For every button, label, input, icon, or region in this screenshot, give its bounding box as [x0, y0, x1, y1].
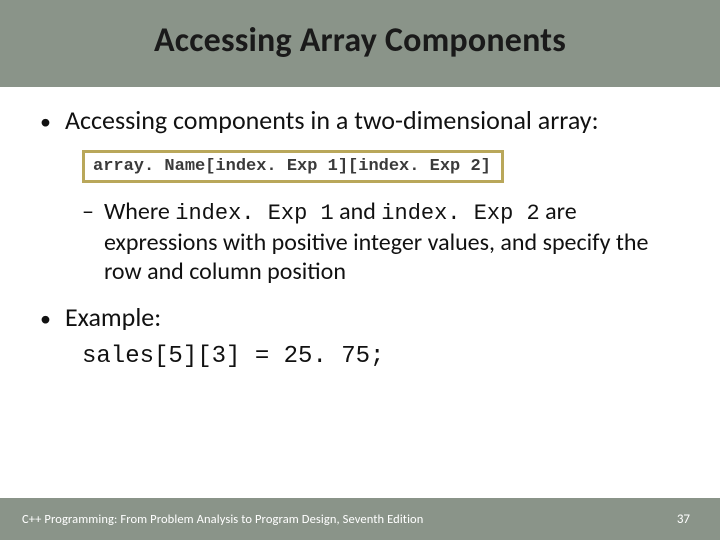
bullet-dot-icon: • — [40, 109, 51, 136]
footer-text: C++ Programming: From Problem Analysis t… — [22, 512, 423, 527]
sub-code1: index. Exp 1 — [175, 201, 333, 226]
example-code: sales[5][3] = 25. 75; — [82, 343, 680, 370]
bullet-sub-text: Where index. Exp 1 and index. Exp 2 are … — [104, 197, 680, 286]
bullet-sub: – Where index. Exp 1 and index. Exp 2 ar… — [82, 197, 680, 286]
title-bar: Accessing Array Components — [0, 0, 720, 87]
sub-mid: and — [334, 197, 382, 226]
example-label: Example: — [65, 301, 161, 333]
slide-content: • Accessing components in a two-dimensio… — [0, 87, 720, 370]
dash-icon: – — [82, 197, 94, 286]
sub-code2: index. Exp 2 — [381, 201, 539, 226]
syntax-box: array. Name[index. Exp 1][index. Exp 2] — [82, 150, 504, 183]
slide-title: Accessing Array Components — [0, 20, 720, 61]
bullet-dot-icon: • — [40, 305, 51, 333]
slide: Accessing Array Components • Accessing c… — [0, 0, 720, 540]
sub-pre: Where — [104, 197, 175, 226]
bullet-intro-text: Accessing components in a two-dimensiona… — [65, 105, 680, 136]
bullet-intro: • Accessing components in a two-dimensio… — [40, 105, 680, 136]
syntax-box-wrap: array. Name[index. Exp 1][index. Exp 2] — [82, 150, 680, 183]
footer-bar: C++ Programming: From Problem Analysis t… — [0, 498, 720, 540]
bullet-example: • Example: — [40, 301, 680, 333]
page-number: 37 — [677, 512, 690, 527]
